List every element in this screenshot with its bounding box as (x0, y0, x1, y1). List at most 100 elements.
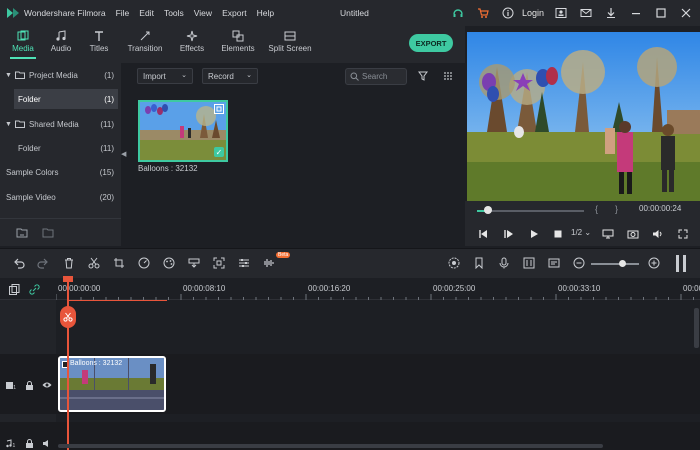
step-back-icon[interactable] (477, 228, 489, 240)
timeline-ruler[interactable]: 00:00:00:00 00:00:08:10 00:00:16:20 00:0… (0, 278, 700, 300)
sidebar-item-shared-media[interactable]: ▼ Shared Media (11) (0, 114, 118, 134)
voiceover-icon[interactable] (547, 256, 561, 270)
frame-forward-icon[interactable] (503, 228, 515, 240)
menu-export[interactable]: Export (222, 8, 247, 18)
grid-view-icon[interactable] (443, 71, 453, 81)
cart-icon[interactable] (475, 5, 491, 21)
media-clip-thumbnail[interactable]: ✓ (138, 100, 228, 162)
export-button[interactable]: EXPORT (409, 34, 453, 52)
menu-tools[interactable]: Tools (164, 8, 184, 18)
zoom-slider-handle[interactable] (619, 260, 626, 267)
lock-icon[interactable] (24, 438, 34, 448)
fullscreen-icon[interactable] (677, 228, 689, 240)
sidebar-item-count: (11) (100, 143, 114, 153)
import-dropdown[interactable]: Import ⌄ (137, 68, 193, 84)
speed-icon[interactable] (137, 256, 151, 270)
undo-icon[interactable] (12, 256, 26, 270)
volume-icon[interactable] (652, 228, 664, 240)
timeline-toolbar: Beta (0, 248, 700, 278)
preview-progress-track[interactable] (477, 210, 584, 212)
scissors-icon[interactable] (87, 256, 101, 270)
eye-icon[interactable] (42, 380, 52, 390)
sidebar-item-sample-colors[interactable]: Sample Colors (15) (0, 162, 118, 182)
record-dropdown[interactable]: Record ⌄ (202, 68, 258, 84)
ruler-timecode: 00:00:4 (683, 284, 700, 293)
delete-icon[interactable] (62, 256, 76, 270)
caret-down-icon[interactable]: ▼ (5, 121, 12, 128)
zoom-slider-track[interactable] (591, 263, 639, 265)
speaker-icon[interactable] (42, 438, 52, 448)
marker-icon[interactable] (472, 256, 486, 270)
audio-track-icon: 1 (6, 438, 16, 448)
tab-elements-label: Elements (221, 44, 255, 53)
green-screen-icon[interactable] (187, 256, 201, 270)
preview-controls: { } 00:00:00:24 1/2 ⌄ (465, 201, 700, 246)
zoom-in-icon[interactable] (647, 256, 661, 270)
headset-icon[interactable] (450, 5, 466, 21)
crop-icon[interactable] (112, 256, 126, 270)
tab-elements[interactable]: Elements (220, 26, 256, 63)
login-button[interactable]: Login (522, 8, 544, 18)
sidebar-item-folder-selected[interactable]: Folder (1) (14, 89, 118, 109)
sidebar-item-label: Project Media (28, 70, 78, 80)
playback-quality-dropdown[interactable]: 1/2 ⌄ (571, 228, 591, 237)
play-icon[interactable] (528, 228, 540, 240)
new-folder-icon[interactable] (16, 227, 28, 239)
close-icon[interactable] (678, 5, 694, 21)
timeline-horizontal-scrollbar[interactable] (58, 444, 603, 448)
redo-icon[interactable] (36, 256, 50, 270)
sidebar-item-sample-video[interactable]: Sample Video (20) (0, 187, 118, 207)
tab-effects[interactable]: Effects (178, 26, 206, 63)
link-icon[interactable] (29, 284, 40, 295)
sidebar-item-shared-folder[interactable]: Folder (11) (0, 138, 118, 158)
tab-media[interactable]: Media (8, 26, 38, 63)
menu-view[interactable]: View (194, 8, 212, 18)
pause-icon[interactable] (676, 255, 686, 272)
search-placeholder: Search (362, 72, 388, 81)
tab-titles[interactable]: Titles (88, 26, 110, 63)
preview-video[interactable] (467, 32, 700, 218)
lock-icon[interactable] (24, 380, 34, 390)
minimize-icon[interactable] (628, 5, 644, 21)
adjust-icon[interactable] (237, 256, 251, 270)
playhead[interactable] (67, 278, 69, 450)
mark-out-icon[interactable]: } (615, 204, 618, 214)
mail-icon[interactable] (578, 5, 594, 21)
user-card-icon[interactable] (553, 5, 569, 21)
render-icon[interactable] (447, 256, 461, 270)
playhead-split-button[interactable] (60, 306, 76, 328)
timeline-video-clip[interactable]: Balloons : 32132 (58, 356, 166, 412)
caret-down-icon[interactable]: ▼ (5, 72, 12, 79)
menu-help[interactable]: Help (257, 8, 274, 18)
media-icon (17, 30, 29, 41)
tab-transition[interactable]: Transition (127, 26, 163, 63)
audio-waveform-icon[interactable] (262, 256, 276, 270)
stop-icon[interactable] (552, 228, 564, 240)
playhead-handle[interactable] (63, 276, 73, 282)
info-icon[interactable] (500, 5, 516, 21)
menu-file[interactable]: File (116, 8, 130, 18)
snapshot-icon[interactable] (627, 228, 639, 240)
download-icon[interactable] (603, 5, 619, 21)
zoom-out-icon[interactable] (572, 256, 586, 270)
mark-in-icon[interactable]: { (595, 204, 598, 214)
search-input[interactable]: Search (345, 68, 407, 85)
preview-progress-handle[interactable] (483, 206, 492, 214)
sidebar-item-project-media[interactable]: ▼ Project Media (1) (0, 65, 118, 85)
audio-mixer-icon[interactable] (522, 256, 536, 270)
microphone-icon[interactable] (497, 256, 511, 270)
tab-titles-label: Titles (89, 44, 109, 53)
video-track-icon: 1 (6, 380, 16, 390)
menu-edit[interactable]: Edit (139, 8, 154, 18)
display-icon[interactable] (602, 228, 614, 240)
folder-outline-icon[interactable] (42, 227, 54, 239)
color-palette-icon[interactable] (162, 256, 176, 270)
filter-icon[interactable] (418, 71, 428, 81)
tab-audio[interactable]: Audio (50, 26, 72, 63)
timeline-vertical-scrollbar[interactable] (694, 308, 699, 348)
add-track-icon[interactable] (9, 284, 20, 295)
collapse-sidebar-icon[interactable]: ◀ (121, 150, 126, 158)
fit-frame-icon[interactable] (212, 256, 226, 270)
tab-split-screen[interactable]: Split Screen (268, 26, 312, 63)
maximize-icon[interactable] (653, 5, 669, 21)
